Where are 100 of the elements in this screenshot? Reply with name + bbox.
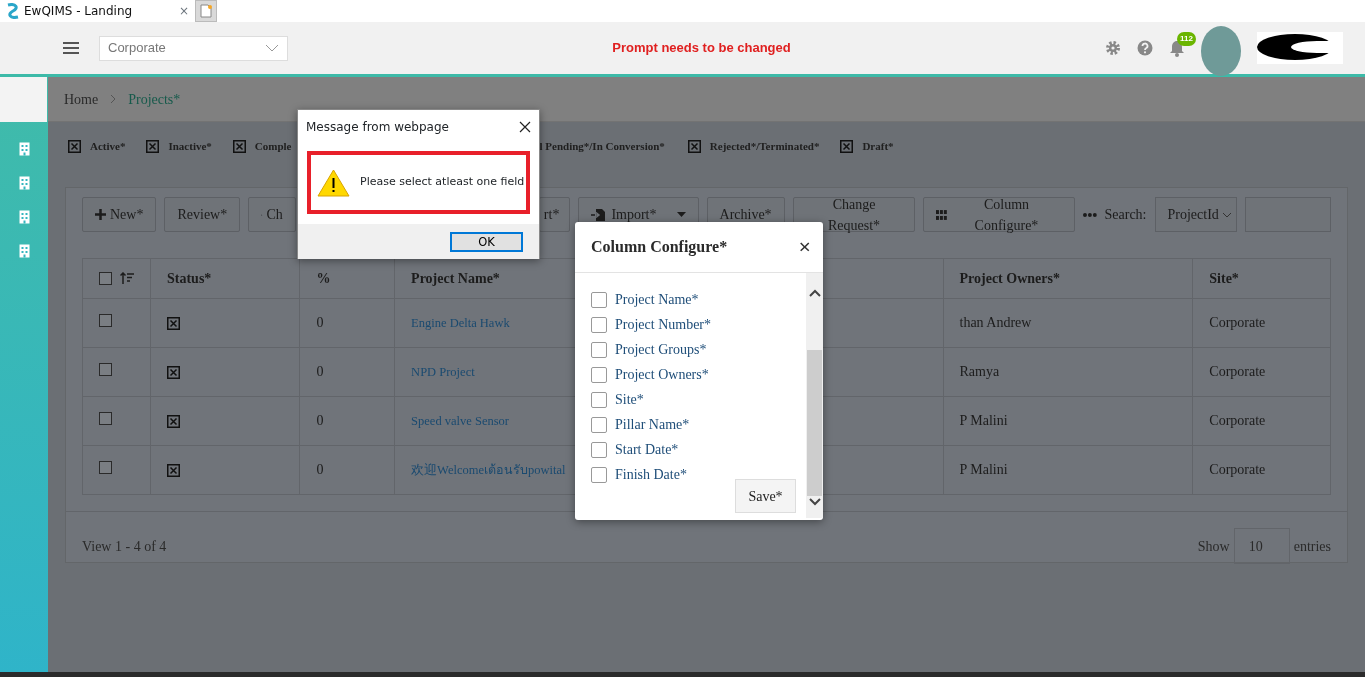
prompt-message: Prompt needs to be changed xyxy=(611,39,792,58)
filter-label: l Pending*/In Conversion* xyxy=(539,138,665,154)
project-link[interactable]: NPD Project xyxy=(411,365,475,379)
checked-box-icon[interactable] xyxy=(68,139,81,153)
grid-icon xyxy=(936,209,948,220)
building-icon[interactable] xyxy=(18,176,30,190)
filter-label: Inactive* xyxy=(168,138,212,154)
file-import-icon xyxy=(591,207,608,222)
caret-down-icon xyxy=(676,212,686,217)
table-cell: 0 xyxy=(316,462,324,477)
bell-icon[interactable] xyxy=(1169,39,1185,57)
filter-label: Active* xyxy=(90,138,126,154)
chevron-down-icon xyxy=(1221,211,1232,218)
column-header[interactable]: Status* xyxy=(150,258,300,299)
column-checkbox[interactable] xyxy=(591,316,607,333)
table-cell: than Andrew xyxy=(959,315,1032,330)
column-header[interactable]: Site* xyxy=(1192,258,1331,299)
building-icon[interactable] xyxy=(18,244,30,258)
project-link[interactable]: Speed valve Sensor xyxy=(411,414,509,428)
checked-box-icon[interactable] xyxy=(840,139,854,153)
page-size-field[interactable]: 10 xyxy=(1233,528,1290,564)
menu-icon[interactable] xyxy=(63,41,79,55)
column-checkbox[interactable] xyxy=(591,366,607,383)
dialog-title: Message from webpage xyxy=(306,119,449,136)
close-button[interactable]: × xyxy=(798,236,811,258)
table-cell: Ramya xyxy=(959,364,1000,379)
filter-label: Comple xyxy=(254,138,292,154)
ok-button[interactable]: OK xyxy=(450,231,523,252)
column-option[interactable]: Finish Date* xyxy=(615,464,687,485)
column-option[interactable]: Site* xyxy=(615,389,644,410)
column-checkbox[interactable] xyxy=(591,441,607,458)
tab-title[interactable]: EwQIMS - Landing xyxy=(24,2,175,20)
column-option[interactable]: Project Groups* xyxy=(615,339,707,360)
toolbar-button[interactable]: Ch xyxy=(248,197,296,232)
select-all-checkbox[interactable] xyxy=(99,272,112,285)
table-cell: Corporate xyxy=(1209,364,1266,379)
table-cell: P Malini xyxy=(959,413,1008,428)
plus-icon xyxy=(95,209,106,220)
chevron-down-icon xyxy=(265,44,279,52)
row-checkbox[interactable] xyxy=(99,412,112,425)
search-column-select[interactable]: ProjectId xyxy=(1154,197,1238,232)
avatar-photo-placeholder[interactable] xyxy=(1201,26,1241,76)
checked-box-icon[interactable] xyxy=(146,139,160,153)
dialog-title: Column Configure* xyxy=(591,237,728,258)
sort-icon[interactable] xyxy=(120,272,134,285)
column-option[interactable]: Start Date* xyxy=(615,439,679,460)
save-button[interactable]: Save* xyxy=(735,479,796,513)
column-checkbox[interactable] xyxy=(591,466,607,483)
table-cell: Corporate xyxy=(1209,315,1266,330)
search-label: Search: xyxy=(1104,206,1147,224)
project-link[interactable]: 欢迎Welcomeเต้อนรับpowital xyxy=(411,463,566,477)
settings-icon[interactable] xyxy=(1105,40,1121,56)
column-option[interactable]: Project Name* xyxy=(615,289,699,310)
warning-icon xyxy=(317,168,350,197)
table-cell: 0 xyxy=(316,413,324,428)
checked-box-icon[interactable] xyxy=(232,139,246,153)
site-select[interactable]: Corporate xyxy=(99,35,288,61)
column-option[interactable]: Project Number* xyxy=(615,314,712,335)
building-icon[interactable] xyxy=(18,142,30,156)
toolbar-button[interactable]: Change Request* xyxy=(792,197,916,232)
table-cell: Corporate xyxy=(1209,413,1266,428)
more-icon[interactable] xyxy=(1082,212,1097,217)
table-cell: P Malini xyxy=(959,462,1008,477)
entries-label: entries xyxy=(1293,537,1331,556)
column-checkbox[interactable] xyxy=(591,341,607,358)
building-icon[interactable] xyxy=(18,210,30,224)
table-cell: 0 xyxy=(316,315,324,330)
row-checkbox[interactable] xyxy=(99,314,112,327)
row-checkbox[interactable] xyxy=(99,363,112,376)
chevron-up-icon xyxy=(808,289,821,297)
chevron-right-icon xyxy=(110,94,117,104)
filter-label: Rejected*/Terminated* xyxy=(709,138,820,154)
page-icon xyxy=(200,4,212,18)
tab-close-button[interactable]: × xyxy=(178,2,189,20)
filter-label: Draft* xyxy=(862,138,894,154)
new-tab-button[interactable] xyxy=(195,0,217,22)
toolbar-button[interactable]: rt* xyxy=(538,197,571,232)
toolbar-button[interactable]: New* xyxy=(82,197,157,232)
breadcrumb-current: Projects* xyxy=(128,90,181,109)
help-icon[interactable] xyxy=(1137,40,1153,56)
column-checkbox[interactable] xyxy=(591,416,607,433)
close-icon[interactable] xyxy=(519,121,531,133)
column-checkbox[interactable] xyxy=(591,391,607,408)
notification-badge: 112 xyxy=(1177,31,1196,46)
table-cell: 0 xyxy=(316,364,324,379)
toolbar-button[interactable]: Column Configure* xyxy=(923,197,1075,232)
toolbar-button[interactable]: Review* xyxy=(164,197,241,232)
checked-box-icon[interactable] xyxy=(687,139,701,153)
show-label: Show xyxy=(1197,537,1230,556)
column-checkbox[interactable] xyxy=(591,291,607,308)
chevron-down-icon xyxy=(808,498,821,506)
column-header[interactable]: Project Owners* xyxy=(943,258,1193,299)
column-option[interactable]: Pillar Name* xyxy=(615,414,690,435)
breadcrumb-link[interactable]: Home xyxy=(64,88,99,110)
column-option[interactable]: Project Owners* xyxy=(615,364,709,385)
select-value: Corporate xyxy=(108,39,166,58)
project-link[interactable]: Engine Delta Hawk xyxy=(411,316,510,330)
row-checkbox[interactable] xyxy=(99,461,112,474)
scrollbar[interactable] xyxy=(806,273,823,518)
pager-summary: View 1 - 4 of 4 xyxy=(82,537,168,556)
